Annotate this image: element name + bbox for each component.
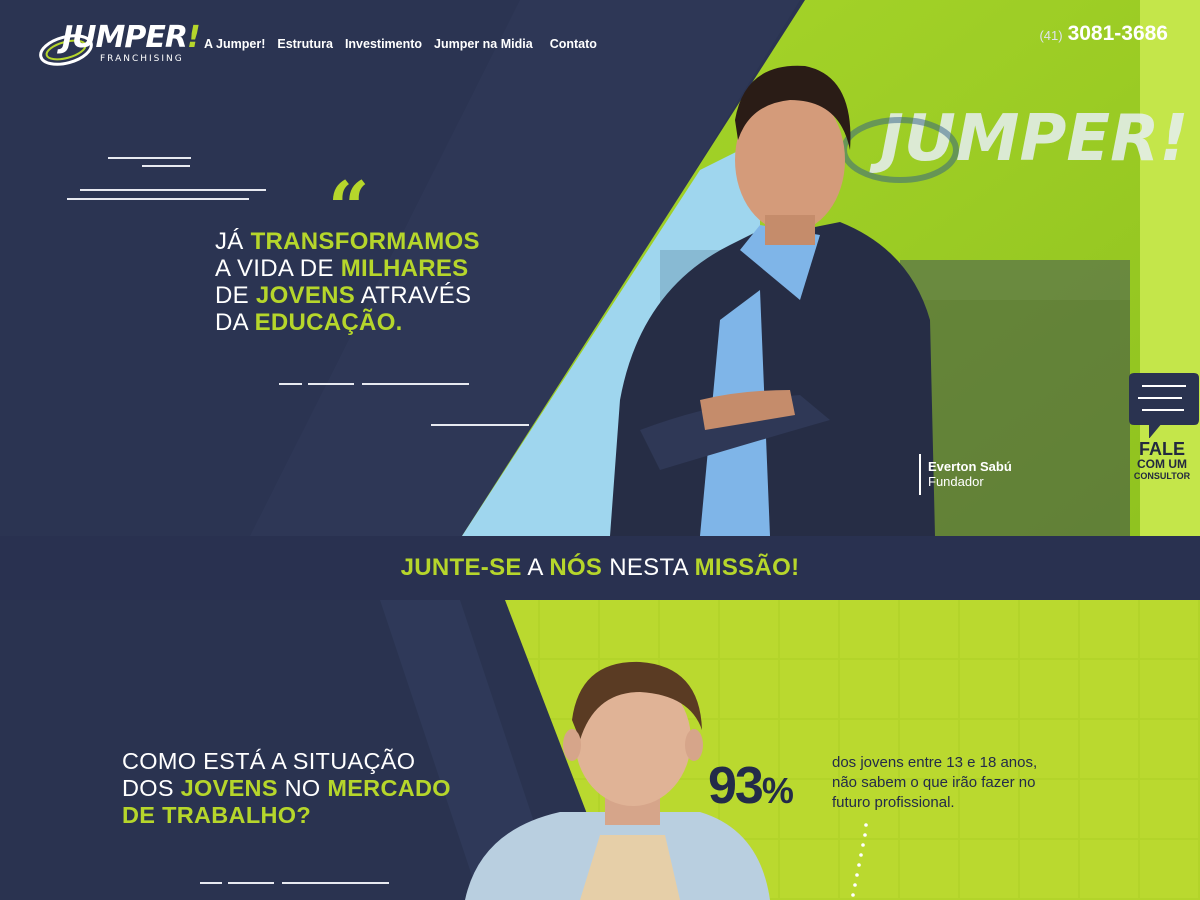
stat-value: 93% [708,757,794,815]
jumper-logo[interactable]: JUMPER! FRANCHISING [38,20,201,70]
decor-line [142,165,190,167]
nav-item-contato[interactable]: Contato [550,37,597,51]
decor-line [228,882,274,884]
nav-item-investimento[interactable]: Investimento [345,37,422,51]
talk-to-consultant-button[interactable]: FALE COM UM CONSULTOR [1124,370,1200,500]
founder-divider [919,454,921,495]
chat-bubble-icon [1129,373,1199,438]
decor-line [308,383,354,385]
stat-description: dos jovens entre 13 e 18 anos, não sabem… [832,754,1038,811]
logo-wordmark: JUMPER! [62,20,201,55]
mission-text: JUNTE-SE A NÓS NESTA MISSÃO! [400,554,800,581]
decor-line [80,189,266,191]
founder-caption: Everton Sabú Fundador [928,459,1012,489]
nav-item-a-jumper[interactable]: A Jumper! [204,37,265,51]
founder-name: Everton Sabú [928,459,1012,474]
hero-background: JUMPER! [0,0,1200,536]
cta-label: FALE COM UM CONSULTOR [1133,439,1191,481]
logo-subtitle: FRANCHISING [100,54,184,64]
decor-line [200,882,222,884]
mission-banner: JUNTE-SE A NÓS NESTA MISSÃO! [0,536,1200,600]
phone-area-code: (41) [1039,28,1063,43]
decor-line [282,882,389,884]
phone-number[interactable]: (41) 3081-3686 [1039,22,1168,46]
nav-item-jumper-na-midia[interactable]: Jumper na Midia [434,37,533,51]
hero-headline: JÁ TRANSFORMAMOS A VIDA DE MILHARES DE J… [215,228,480,336]
section-headline: COMO ESTÁ A SITUAÇÃO DOS JOVENS NO MERCA… [122,748,451,828]
main-navigation: A Jumper! Estrutura Investimento Jumper … [204,37,609,51]
hero-section: JUMPER! JUMPER! FRANCHISING A Jumper! Es… [0,0,1200,536]
nav-item-estrutura[interactable]: Estrutura [277,37,333,51]
founder-role: Fundador [928,474,984,489]
decor-line [279,383,302,385]
phone-main: 3081-3686 [1067,22,1168,45]
decor-line [108,157,191,159]
decor-line [67,198,249,200]
svg-text:JUMPER!: JUMPER! [869,102,1189,176]
decor-line [431,424,529,426]
decor-line [362,383,469,385]
